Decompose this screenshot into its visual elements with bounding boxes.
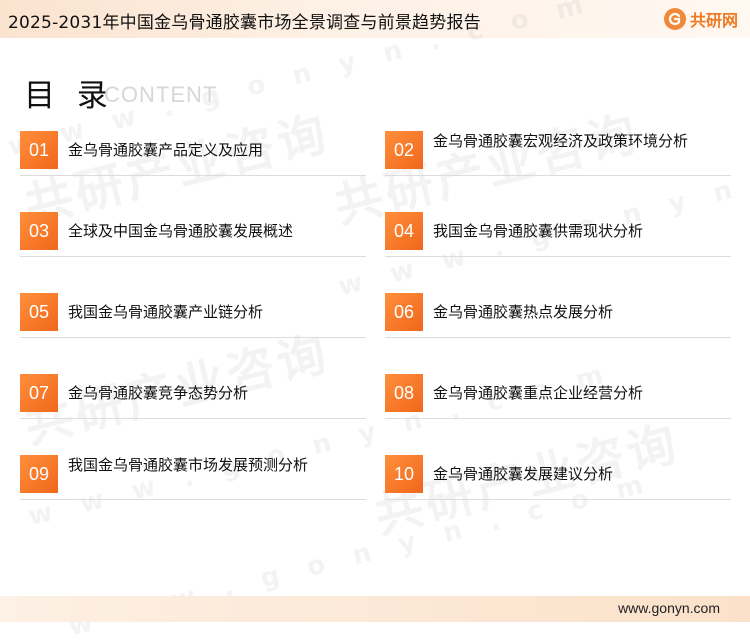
toc-item-06[interactable]: 06 金乌骨通胶囊热点发展分析 — [385, 293, 731, 338]
toc-item-10[interactable]: 10 金乌骨通胶囊发展建议分析 — [385, 455, 731, 500]
toc-number: 01 — [20, 131, 58, 169]
toc-item-04[interactable]: 04 我国金乌骨通胶囊供需现状分析 — [385, 212, 731, 257]
toc-item-05[interactable]: 05 我国金乌骨通胶囊产业链分析 — [20, 293, 366, 338]
brand-logo: 共研网 — [663, 6, 738, 32]
footer-banner: www.gonyn.com — [0, 596, 750, 622]
toc-item-03[interactable]: 03 全球及中国金乌骨通胶囊发展概述 — [20, 212, 366, 257]
toc-label: 我国金乌骨通胶囊产业链分析 — [68, 303, 264, 321]
toc-item-02[interactable]: 02 金乌骨通胶囊宏观经济及政策环境分析 — [385, 131, 731, 176]
toc-number: 09 — [20, 455, 58, 493]
footer-url: www.gonyn.com — [618, 600, 720, 616]
toc-label: 金乌骨通胶囊宏观经济及政策环境分析 — [433, 132, 689, 150]
toc-number: 08 — [385, 374, 423, 412]
toc-number: 07 — [20, 374, 58, 412]
toc-label: 我国金乌骨通胶囊市场发展预测分析 — [68, 456, 309, 474]
toc-item-08[interactable]: 08 金乌骨通胶囊重点企业经营分析 — [385, 374, 731, 419]
toc-label: 金乌骨通胶囊重点企业经营分析 — [433, 384, 644, 402]
gonyn-logo-icon — [663, 8, 686, 30]
page-title: 目 录 — [24, 78, 114, 114]
toc-item-07[interactable]: 07 金乌骨通胶囊竞争态势分析 — [20, 374, 366, 419]
toc-label: 金乌骨通胶囊竞争态势分析 — [68, 384, 249, 402]
toc-number: 05 — [20, 293, 58, 331]
logo-text: 共研网 — [689, 11, 738, 30]
toc-number: 03 — [20, 212, 58, 250]
page-subtitle: CONTENT — [104, 82, 218, 107]
toc-label: 全球及中国金乌骨通胶囊发展概述 — [68, 222, 294, 240]
toc-number: 02 — [385, 131, 423, 169]
toc-item-09[interactable]: 09 我国金乌骨通胶囊市场发展预测分析 — [20, 455, 366, 500]
header-banner: 2025-2031年中国金乌骨通胶囊市场全景调查与前景趋势报告 共研网 — [0, 0, 750, 38]
toc-number: 06 — [385, 293, 423, 331]
toc-label: 金乌骨通胶囊热点发展分析 — [433, 303, 614, 321]
report-title: 2025-2031年中国金乌骨通胶囊市场全景调查与前景趋势报告 — [8, 13, 481, 33]
toc-label: 金乌骨通胶囊发展建议分析 — [433, 465, 614, 483]
toc-item-01[interactable]: 01 金乌骨通胶囊产品定义及应用 — [20, 131, 366, 176]
toc-number: 04 — [385, 212, 423, 250]
toc-label: 金乌骨通胶囊产品定义及应用 — [68, 141, 264, 159]
toc-number: 10 — [385, 455, 423, 493]
toc-label: 我国金乌骨通胶囊供需现状分析 — [433, 222, 644, 240]
